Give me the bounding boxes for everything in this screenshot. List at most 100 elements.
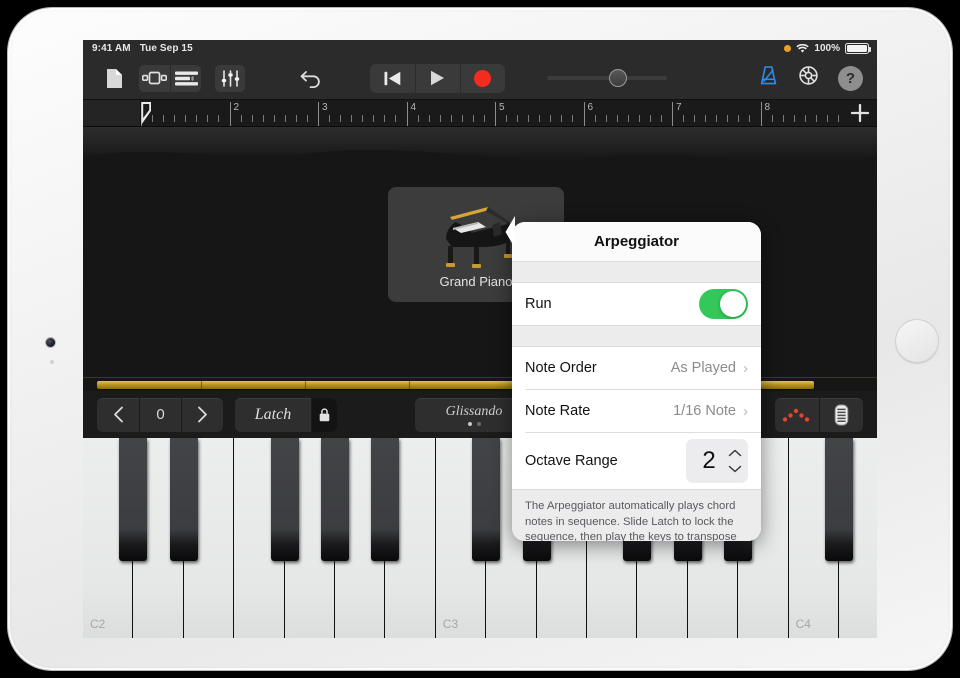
- beat-tick: [461, 115, 463, 122]
- bar-number-label: 8: [764, 102, 771, 113]
- master-volume-slider[interactable]: [546, 66, 667, 90]
- octave-down-button[interactable]: [97, 398, 139, 432]
- octave-up-button[interactable]: [181, 397, 223, 432]
- keyboard-mode-group: [775, 397, 863, 432]
- beat-tick: [373, 115, 375, 122]
- ruler-left-pad: [83, 100, 141, 126]
- beat-tick: [428, 115, 430, 122]
- beat-tick: [561, 115, 563, 122]
- beat-tick: [251, 115, 253, 122]
- ipad-screen: 9:41 AM Tue Sep 15 100% ? 2 3 4 5 6 7 8 …: [83, 40, 877, 638]
- note-order-label: Note Order: [525, 360, 597, 376]
- bar-mark: 4: [406, 102, 416, 126]
- latch-lock-button[interactable]: [311, 397, 337, 432]
- bar-mark: 5: [495, 102, 505, 126]
- beat-tick: [185, 115, 187, 122]
- beat-tick: [295, 115, 297, 122]
- beat-tick: [616, 115, 618, 122]
- black-key[interactable]: [371, 438, 400, 561]
- transport-controls: [369, 63, 505, 93]
- tracks-view-icon: [174, 71, 198, 85]
- tracks-view-button[interactable]: [170, 64, 201, 92]
- mixer-sliders-icon: [221, 69, 239, 87]
- undo-button[interactable]: [294, 63, 328, 93]
- rewind-button[interactable]: [370, 64, 415, 93]
- battery-percent-label: 100%: [814, 43, 840, 54]
- toggle-knob: [720, 291, 746, 317]
- help-button[interactable]: ?: [838, 65, 863, 91]
- add-section-button[interactable]: [850, 103, 870, 123]
- stepper-arrows: [728, 449, 742, 473]
- front-camera: [46, 338, 55, 347]
- beat-tick: [815, 115, 817, 122]
- note-rate-value: 1/16 Note: [673, 403, 736, 419]
- record-icon: [474, 69, 491, 87]
- beat-tick: [826, 115, 828, 122]
- popover-pointer-arrow: [505, 216, 515, 248]
- beat-tick: [472, 115, 474, 122]
- beat-tick: [483, 115, 485, 122]
- row-note-order[interactable]: Note Order As Played ›: [512, 347, 761, 389]
- play-icon: [431, 70, 444, 86]
- my-songs-button[interactable]: [99, 65, 129, 92]
- instrument-browser-button[interactable]: [139, 65, 170, 92]
- black-key[interactable]: [825, 438, 853, 561]
- metronome-button[interactable]: [758, 65, 779, 91]
- bar-number-label: 5: [499, 102, 505, 113]
- beat-tick: [384, 115, 386, 122]
- black-key[interactable]: [119, 438, 148, 561]
- black-key[interactable]: [169, 438, 198, 561]
- run-label: Run: [525, 296, 552, 312]
- document-icon: [106, 68, 122, 88]
- playhead-icon[interactable]: [141, 101, 152, 126]
- row-octave-range: Octave Range 2: [512, 433, 761, 489]
- chevron-right-icon: [198, 406, 207, 423]
- popover-section-gap: [512, 261, 761, 283]
- bar-ruler[interactable]: 12345678: [83, 100, 877, 127]
- beat-tick: [572, 115, 574, 122]
- popover-section-gap-2: [512, 325, 761, 347]
- beat-tick: [594, 115, 596, 122]
- keyboard-ribbon-icon: [834, 404, 849, 425]
- note-order-value: As Played: [670, 360, 736, 376]
- record-button[interactable]: [459, 63, 505, 93]
- play-button[interactable]: [414, 63, 460, 93]
- mixer-button[interactable]: [215, 64, 245, 92]
- beat-tick: [539, 115, 541, 122]
- undo-arrow-icon: [300, 70, 320, 88]
- octave-range-stepper[interactable]: 2: [686, 439, 748, 483]
- beat-tick: [152, 115, 154, 122]
- popover-description: The Arpeggiator automatically plays chor…: [512, 489, 761, 541]
- beat-tick: [163, 115, 165, 122]
- black-key[interactable]: [321, 438, 349, 561]
- beat-tick: [649, 115, 651, 122]
- black-key[interactable]: [270, 438, 299, 561]
- status-time: 9:41 AM: [92, 43, 131, 54]
- lock-icon: [319, 407, 330, 421]
- help-label: ?: [845, 69, 856, 87]
- beat-tick: [638, 115, 640, 122]
- arpeggiator-button[interactable]: [775, 398, 819, 432]
- beat-tick: [727, 115, 729, 122]
- chevron-up-icon[interactable]: [728, 449, 742, 457]
- row-note-rate[interactable]: Note Rate 1/16 Note ›: [512, 390, 761, 432]
- beat-tick: [804, 115, 806, 122]
- latch-button[interactable]: Latch: [235, 398, 311, 432]
- beat-tick: [329, 115, 331, 122]
- microphone-in-use-dot-icon: [784, 45, 792, 52]
- home-button[interactable]: [895, 319, 939, 363]
- beat-tick: [340, 115, 342, 122]
- row-run[interactable]: Run: [512, 283, 761, 325]
- keyboard-type-button[interactable]: [819, 397, 863, 432]
- settings-button[interactable]: [797, 64, 820, 92]
- rewind-icon: [384, 71, 400, 85]
- beat-tick: [528, 115, 530, 122]
- beat-tick: [262, 115, 264, 122]
- volume-knob[interactable]: [608, 69, 627, 87]
- latch-control-group: Latch: [235, 397, 337, 432]
- popover-title: Arpeggiator: [512, 222, 761, 261]
- run-toggle[interactable]: [699, 289, 748, 319]
- black-key[interactable]: [472, 438, 501, 561]
- chevron-down-icon[interactable]: [728, 465, 742, 473]
- wifi-icon: [796, 43, 810, 53]
